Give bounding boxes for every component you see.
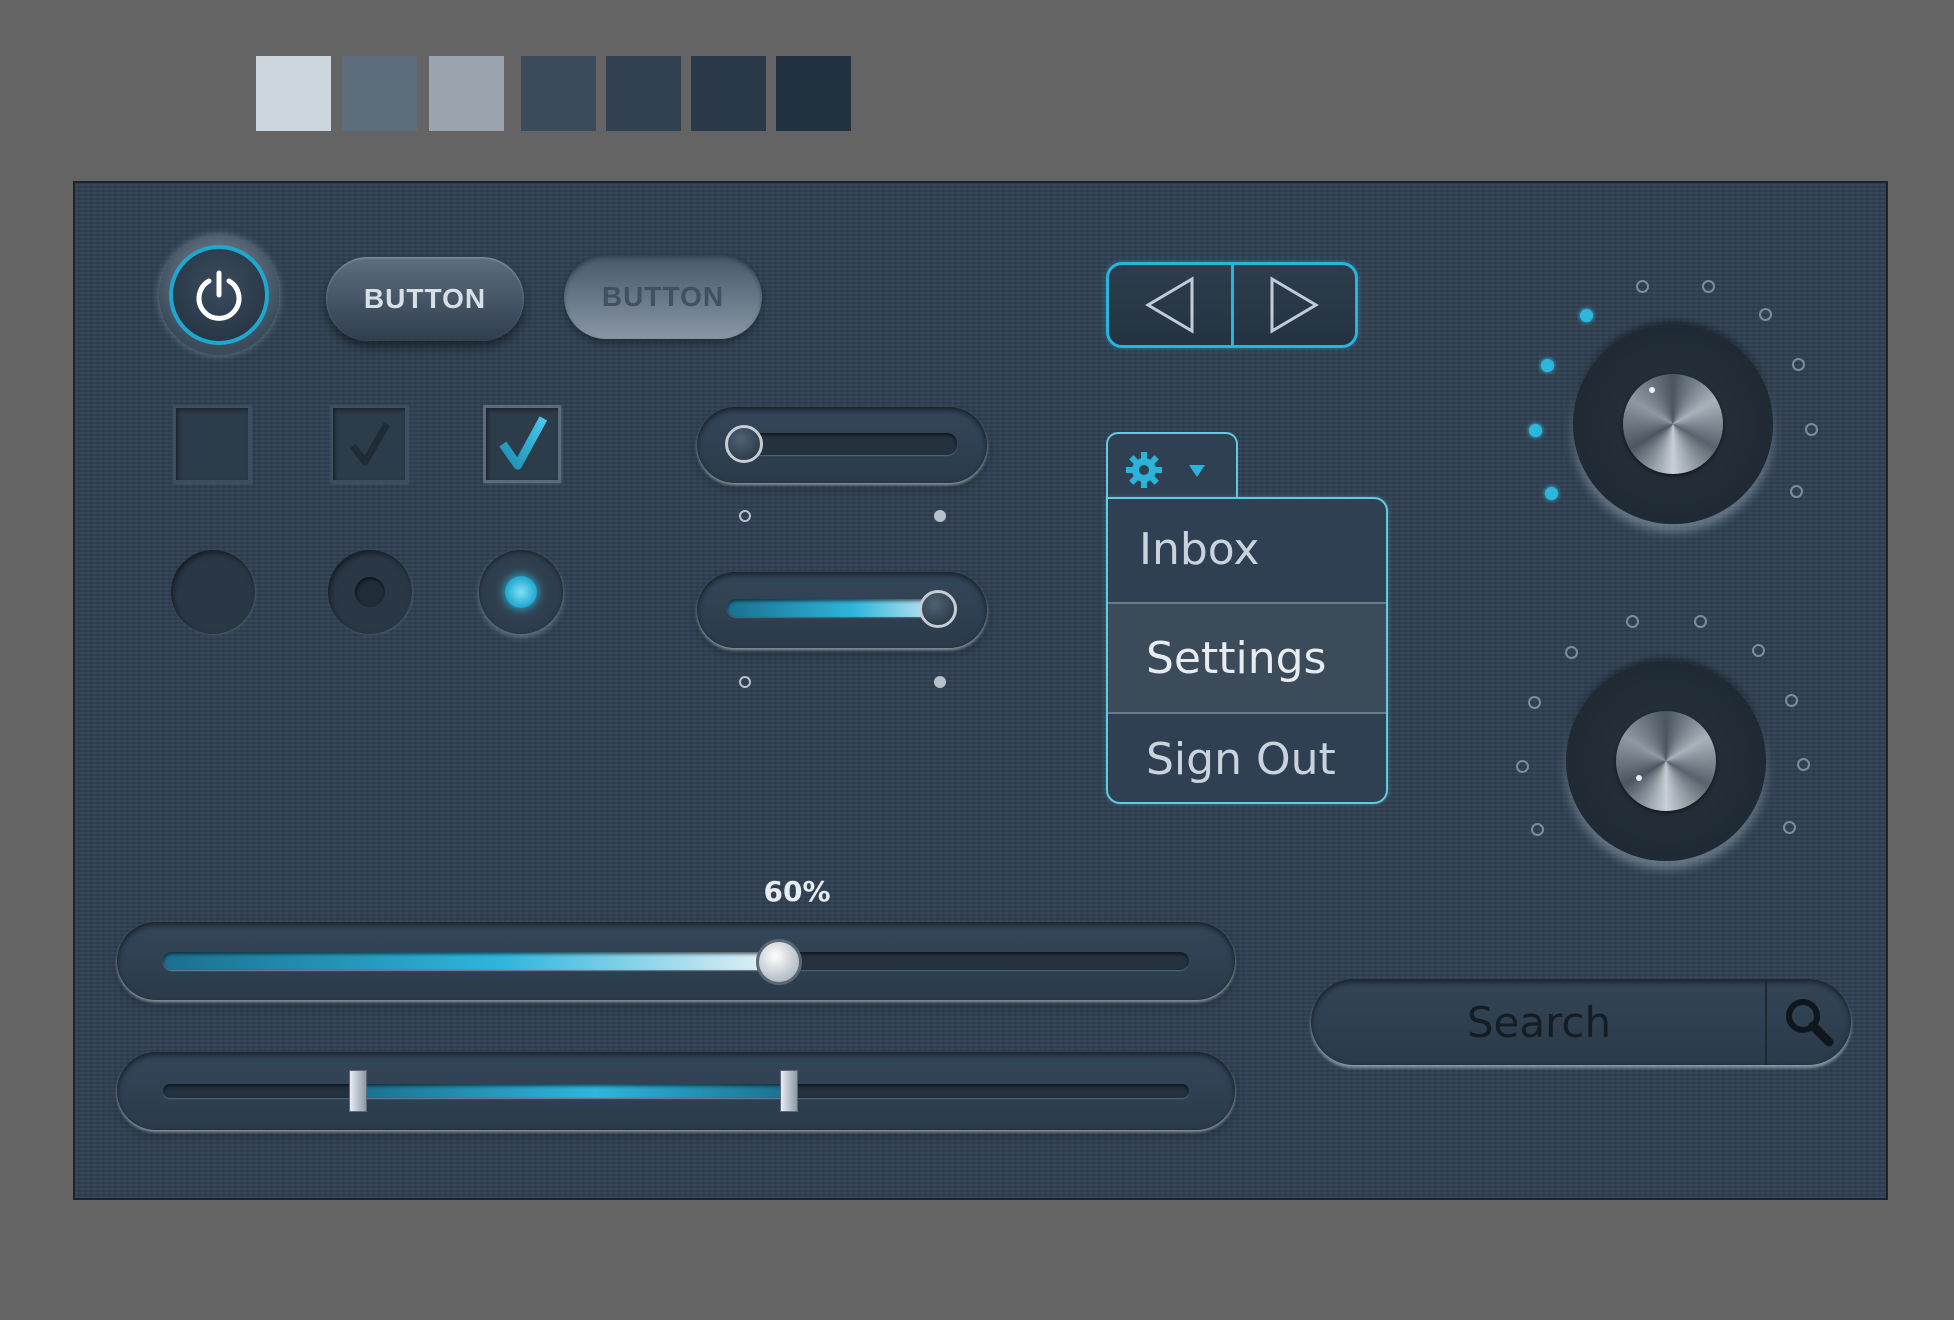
radio-selected-inactive[interactable] [328,550,412,634]
toggle-slider-off[interactable] [697,407,987,483]
menu-item-inbox[interactable]: Inbox [1108,499,1386,599]
radio-off[interactable] [171,550,255,634]
power-icon [196,270,242,321]
slider-min-marker [739,676,751,688]
dial-level-dot [1528,696,1541,709]
menu-trigger[interactable] [1106,432,1238,500]
dial-level-dot [1785,694,1798,707]
search-button[interactable] [1765,979,1851,1065]
slider-max-marker [934,676,946,688]
dial-level-dot [1694,615,1707,628]
color-swatch [521,56,596,131]
color-swatch [606,56,681,131]
gear-icon [1126,452,1162,488]
dial-indicator [1649,387,1655,393]
dropdown-menu: Inbox Settings Sign Out [1106,497,1388,804]
checkmark-icon [350,422,391,466]
progress-slider[interactable] [117,922,1235,1000]
dial-level-dot [1636,280,1649,293]
radio-dot [505,576,537,608]
checkmark-icon [499,416,548,470]
range-handle-high[interactable] [779,1070,798,1112]
rotary-dial[interactable] [1573,324,1773,524]
dial-level-dot [1516,760,1529,773]
checkbox-checked-inactive[interactable] [330,405,408,483]
next-button[interactable] [1234,265,1356,345]
dial-level-dot [1790,485,1803,498]
color-swatch [429,56,504,131]
checkbox-unchecked[interactable] [173,405,251,483]
menu-item-settings[interactable]: Settings [1108,602,1386,714]
power-button[interactable] [159,235,279,355]
dial-level-dot [1792,358,1805,371]
dial-level-dot [1752,644,1765,657]
slider-handle[interactable] [755,939,802,985]
menu-item-sign-out[interactable]: Sign Out [1108,714,1386,804]
dial-level-dot [1580,309,1593,322]
dial-indicator [1636,775,1642,781]
color-swatch [342,56,417,131]
radio-selected-active[interactable] [479,550,563,634]
dial-level-dot [1702,280,1715,293]
range-slider[interactable] [117,1052,1235,1130]
primary-button[interactable]: BUTTON [326,257,524,341]
range-handle-low[interactable] [348,1070,367,1112]
dial-level-dot [1529,424,1542,437]
triangle-right-icon [1270,276,1320,334]
dial-level-dot [1759,308,1772,321]
slider-value-label: 60% [763,875,831,908]
color-swatch [776,56,851,131]
triangle-left-icon [1144,276,1194,334]
radio-dot [355,577,385,607]
rotary-dial[interactable] [1566,661,1766,861]
dial-level-dot [1531,823,1544,836]
slider-max-marker [934,510,946,522]
power-button-face[interactable] [169,245,269,345]
search-bar[interactable]: Search [1311,979,1851,1065]
slider-fill [163,952,779,970]
dial-level-dot [1783,821,1796,834]
dial-level-dot [1545,487,1558,500]
dial-level-dot [1797,758,1810,771]
slider-min-marker [739,510,751,522]
ui-kit-panel: BUTTON BUTTON Inbox Settings Sign Out 60… [73,181,1888,1200]
dial-knob[interactable] [1623,374,1723,474]
range-fill [357,1084,789,1098]
dial-level-dot [1541,359,1554,372]
dial-level-dot [1626,615,1639,628]
disabled-button: BUTTON [564,255,762,339]
color-swatch [256,56,331,131]
dial-knob[interactable] [1616,711,1716,811]
slider-handle[interactable] [725,425,763,463]
dial-level-dot [1565,646,1578,659]
slider-handle[interactable] [919,590,957,628]
search-input[interactable]: Search [1311,979,1767,1065]
color-swatch [691,56,766,131]
toggle-slider-on[interactable] [697,572,987,648]
caret-down-icon [1189,465,1205,477]
pager-arrows [1106,262,1358,348]
dial-level-dot [1805,423,1818,436]
search-icon [1786,999,1834,1047]
checkbox-checked-active[interactable] [483,405,561,483]
previous-button[interactable] [1109,265,1231,345]
